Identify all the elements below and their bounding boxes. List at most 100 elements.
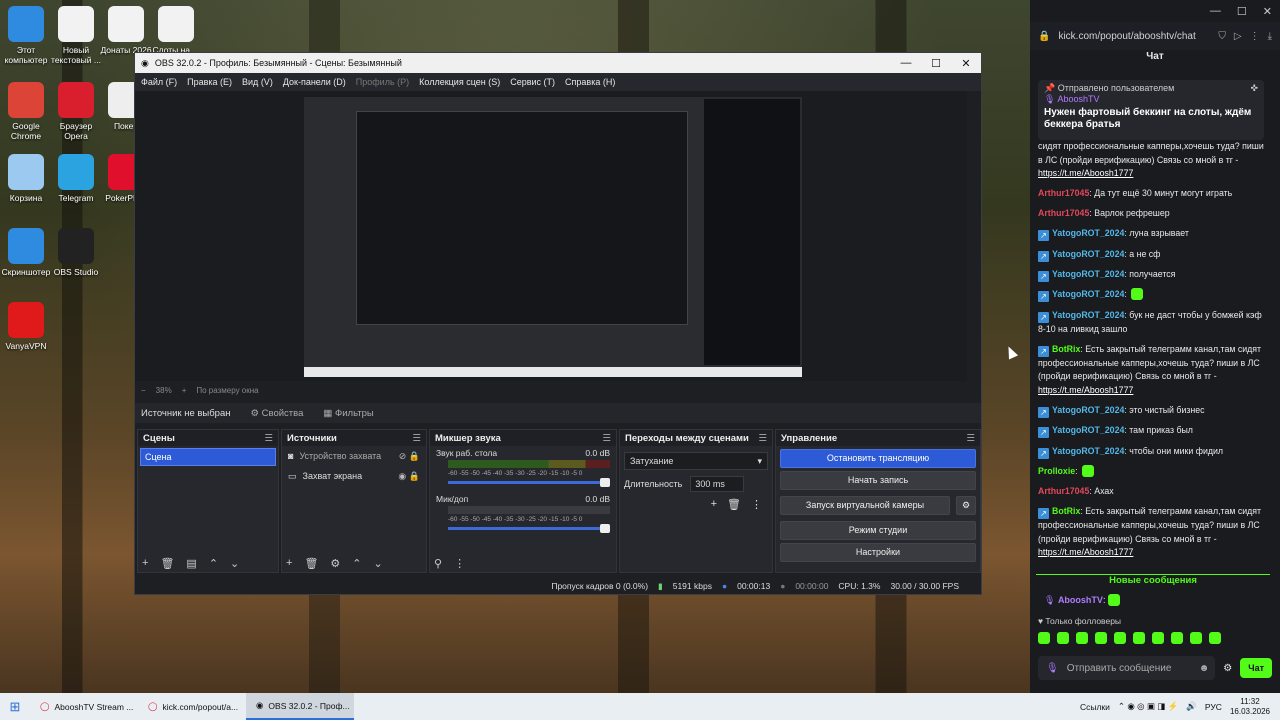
- emote-icon[interactable]: [1209, 632, 1221, 644]
- trash-icon[interactable]: 🗑: [304, 557, 318, 570]
- chat-link[interactable]: https://t.me/Aboosh1777: [1038, 385, 1133, 395]
- menu-profile[interactable]: Профиль (P): [356, 77, 409, 87]
- menu-help[interactable]: Справка (H): [565, 77, 615, 87]
- more-icon[interactable]: ⋮: [751, 498, 762, 511]
- chat-link[interactable]: https://t.me/Aboosh1777: [1038, 168, 1133, 178]
- start-record-button[interactable]: Начать запись: [780, 471, 976, 490]
- maximize-icon[interactable]: ☐: [921, 57, 951, 70]
- filter-icon[interactable]: ▤: [186, 557, 196, 570]
- duration-input[interactable]: 300 ms: [690, 476, 744, 492]
- zoom-mode[interactable]: По размеру окна: [196, 386, 258, 395]
- dock-menu-icon[interactable]: ☰: [264, 433, 273, 444]
- up-icon[interactable]: ⌃: [209, 557, 218, 570]
- source-item[interactable]: ◙ Устройство захвата ⊘ 🔒: [282, 446, 426, 466]
- chat-username[interactable]: BotRix: [1052, 344, 1080, 354]
- download-icon[interactable]: ⤓: [1268, 31, 1272, 42]
- task-obs[interactable]: ◉ OBS 32.0.2 - Проф...: [246, 693, 354, 720]
- chat-username[interactable]: Arthur17045: [1038, 208, 1089, 218]
- send-icon[interactable]: ▷: [1234, 31, 1242, 42]
- menu-edit[interactable]: Правка (E): [187, 77, 232, 87]
- desktop-icon[interactable]: Скриншотер: [0, 228, 52, 277]
- unpin-icon[interactable]: ✜: [1250, 83, 1258, 94]
- filters-button[interactable]: ▦ Фильтры: [323, 408, 373, 419]
- chat-username[interactable]: Arthur17045: [1038, 486, 1089, 496]
- volume-icon[interactable]: 🔊: [1186, 701, 1197, 712]
- desktop-icon[interactable]: Браузер Opera: [50, 82, 102, 141]
- scene-item[interactable]: Сцена: [140, 448, 276, 466]
- transition-select[interactable]: Затухание ▾: [624, 452, 768, 470]
- pinned-message[interactable]: 📌 Отправлено пользователем ✜ 🎙 AbooshTV Н…: [1038, 80, 1264, 140]
- chat-username[interactable]: YatogoROT_2024: [1052, 405, 1124, 415]
- emote-icon[interactable]: [1171, 632, 1183, 644]
- zoom-in-icon[interactable]: +: [182, 386, 187, 395]
- more-icon[interactable]: ⋮: [1250, 31, 1260, 42]
- eye-hidden-icon[interactable]: ⊘: [399, 451, 407, 461]
- menu-view[interactable]: Вид (V): [242, 77, 273, 87]
- trash-icon[interactable]: 🗑: [160, 557, 174, 570]
- mixer-settings-icon[interactable]: ⚲: [434, 557, 442, 570]
- desktop-icon[interactable]: VanyaVPN: [0, 302, 52, 351]
- desktop-icon[interactable]: Google Chrome: [0, 82, 52, 141]
- dock-menu-icon[interactable]: ☰: [412, 433, 421, 444]
- chat-username[interactable]: YatogoROT_2024: [1052, 425, 1124, 435]
- menu-tools[interactable]: Сервис (T): [510, 77, 555, 87]
- close-icon[interactable]: ✕: [951, 57, 981, 70]
- new-messages-divider[interactable]: Новые сообщения: [1036, 574, 1270, 587]
- preview-area[interactable]: [135, 91, 967, 381]
- lock-icon[interactable]: 🔒: [409, 451, 420, 461]
- shield-icon[interactable]: ⛉: [1218, 31, 1226, 42]
- links-toolbar[interactable]: Ссылки: [1080, 702, 1110, 712]
- chat-username[interactable]: Arthur17045: [1038, 188, 1089, 198]
- task-opera-stream[interactable]: ◯ AbooshTV Stream ...: [30, 693, 138, 720]
- more-icon[interactable]: ⋮: [454, 557, 465, 570]
- desktop-icon[interactable]: OBS Studio: [50, 228, 102, 277]
- gear-icon[interactable]: ⚙: [330, 557, 340, 570]
- down-icon[interactable]: ⌄: [230, 557, 239, 570]
- studio-mode-button[interactable]: Режим студии: [780, 521, 976, 540]
- stop-stream-button[interactable]: Остановить трансляцию: [780, 449, 976, 468]
- desktop-icon[interactable]: Telegram: [50, 154, 102, 203]
- desktop-icon[interactable]: Донаты 2026: [100, 6, 152, 55]
- tray-icons[interactable]: ⌃ ◉ ◎ ▣ ◨ ⚡: [1118, 701, 1178, 712]
- desktop-icon[interactable]: Этот компьютер: [0, 6, 52, 65]
- chat-username[interactable]: YatogoROT_2024: [1052, 269, 1124, 279]
- emoji-icon[interactable]: ☻: [1199, 663, 1210, 674]
- zoom-out-icon[interactable]: −: [141, 386, 146, 395]
- emote-icon[interactable]: [1095, 632, 1107, 644]
- settings-button[interactable]: Настройки: [780, 543, 976, 562]
- add-icon[interactable]: +: [142, 557, 148, 570]
- menu-docks[interactable]: Док-панели (D): [283, 77, 346, 87]
- gear-icon[interactable]: ⚙: [956, 496, 976, 515]
- trash-icon[interactable]: 🗑: [727, 498, 741, 511]
- lock-icon[interactable]: 🔒: [409, 471, 420, 481]
- language[interactable]: РУС: [1205, 702, 1222, 712]
- send-button[interactable]: Чат: [1240, 658, 1272, 678]
- task-opera-chat[interactable]: ◯ kick.com/popout/a...: [138, 693, 246, 720]
- source-item[interactable]: ▭ Захват экрана ◉ 🔒: [282, 466, 426, 486]
- volume-slider[interactable]: [448, 478, 610, 487]
- eye-icon[interactable]: ◉: [398, 471, 406, 481]
- emote-icon[interactable]: [1114, 632, 1126, 644]
- chat-link[interactable]: https://t.me/Aboosh1777: [1038, 547, 1133, 557]
- clock[interactable]: 11:32 16.03.2026: [1230, 697, 1270, 717]
- emote-icon[interactable]: [1038, 632, 1050, 644]
- minimize-icon[interactable]: —: [1210, 5, 1221, 17]
- emote-icon[interactable]: [1190, 632, 1202, 644]
- desktop-icon[interactable]: Корзина: [0, 154, 52, 203]
- emote-icon[interactable]: [1133, 632, 1145, 644]
- menu-file[interactable]: Файл (F): [141, 77, 177, 87]
- up-icon[interactable]: ⌃: [352, 557, 361, 570]
- maximize-icon[interactable]: ☐: [1237, 5, 1247, 18]
- add-icon[interactable]: +: [286, 557, 292, 570]
- minimize-icon[interactable]: —: [891, 57, 921, 70]
- desktop-icon[interactable]: Новый текстовый ...: [50, 6, 102, 65]
- chat-username[interactable]: YatogoROT_2024: [1052, 310, 1124, 320]
- windows-start-icon[interactable]: ⊞: [0, 699, 30, 715]
- chat-username[interactable]: YatogoROT_2024: [1052, 249, 1124, 259]
- virtual-cam-button[interactable]: Запуск виртуальной камеры: [780, 496, 950, 515]
- gear-icon[interactable]: ⚙: [1223, 663, 1232, 674]
- down-icon[interactable]: ⌄: [374, 557, 383, 570]
- chat-username[interactable]: Prolloxie: [1038, 466, 1075, 476]
- chat-username[interactable]: YatogoROT_2024: [1052, 289, 1124, 299]
- menu-scene-collection[interactable]: Коллекция сцен (S): [419, 77, 500, 87]
